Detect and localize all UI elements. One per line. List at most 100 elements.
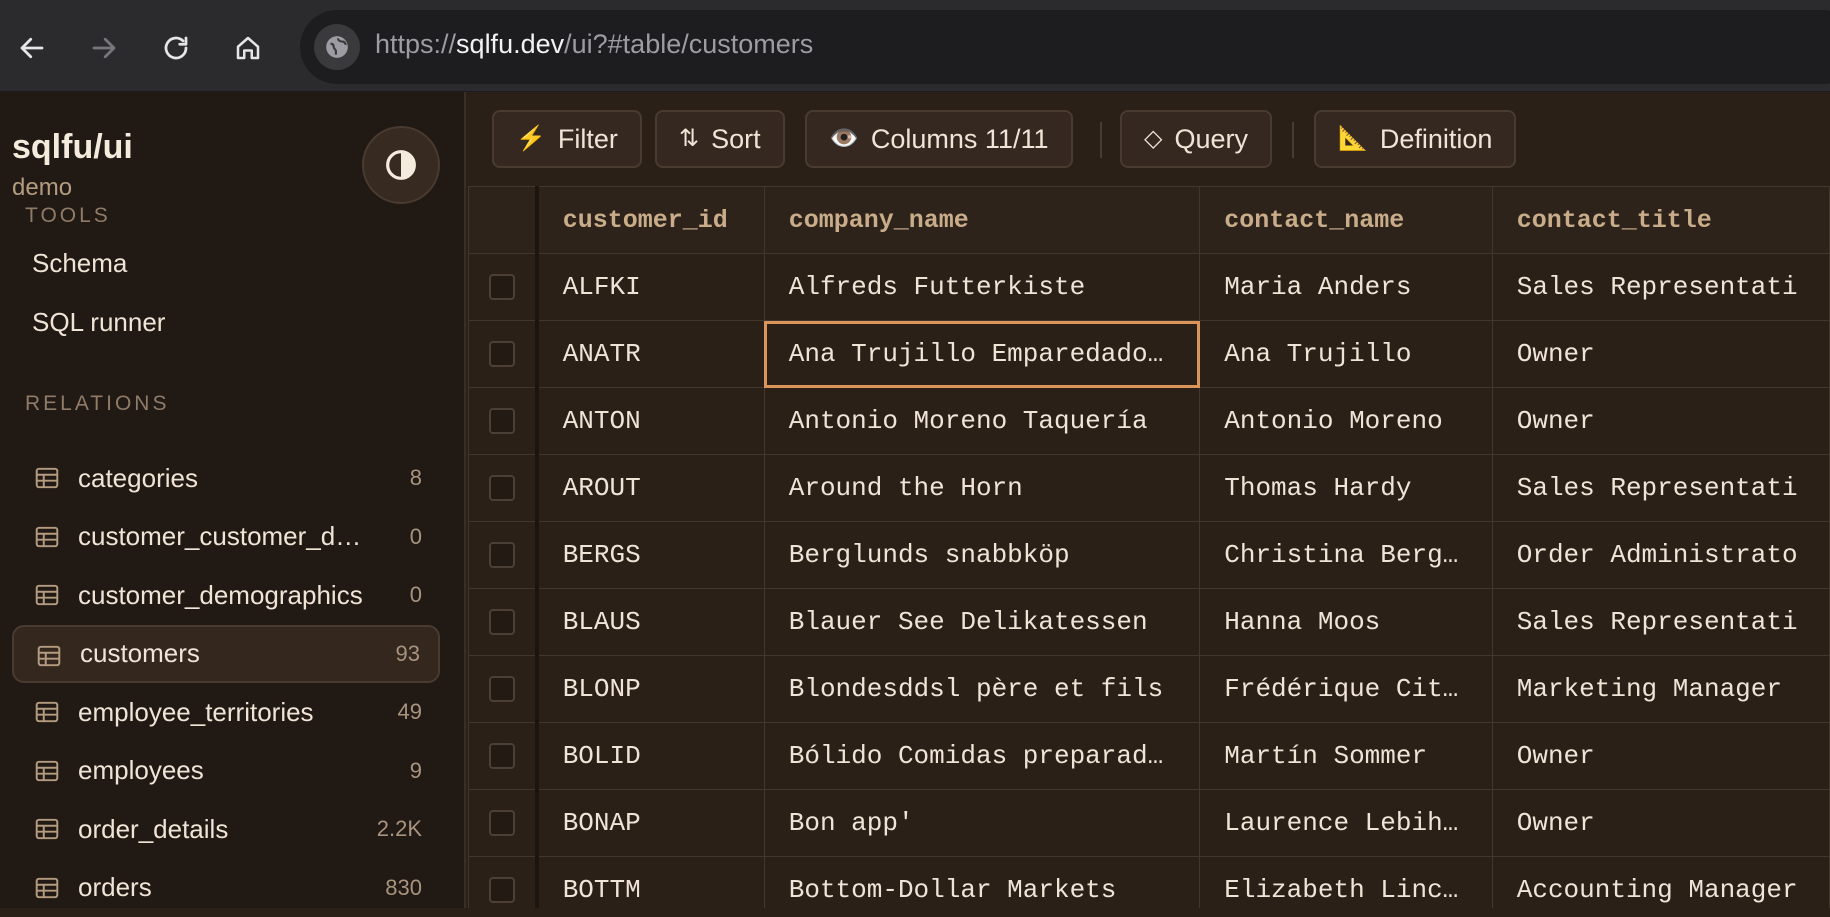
sidebar-item-relation[interactable]: categories 8 — [12, 449, 440, 507]
table-cell[interactable]: Ana Trujillo — [1199, 320, 1493, 388]
table-row[interactable]: BOTTM Bottom-Dollar Markets Elizabeth Linc… — [468, 856, 1830, 908]
table-cell[interactable]: Martín Sommer — [1199, 722, 1493, 790]
table-cell[interactable]: Owner — [1491, 722, 1830, 790]
table-cell[interactable]: Laurence Lebih… — [1199, 789, 1493, 857]
table-cell[interactable]: Owner — [1491, 789, 1830, 857]
table-cell[interactable]: AROUT — [536, 454, 765, 522]
back-arrow-icon[interactable] — [4, 20, 60, 76]
table-cell[interactable]: Antonio Moreno — [1199, 387, 1493, 455]
table-cell[interactable]: Blauer See Delikatessen — [763, 588, 1201, 656]
sidebar-item-relation[interactable]: employees 9 — [12, 742, 440, 800]
forward-arrow-icon[interactable] — [76, 20, 132, 76]
url-text[interactable]: https://sqlfu.dev/ui?#table/customers — [375, 29, 813, 60]
sidebar-item-relation[interactable]: customers 93 — [12, 624, 440, 683]
table-row[interactable]: BOLID Bólido Comidas preparad… Martín Somm… — [468, 722, 1830, 790]
sidebar-item-relation[interactable]: customer_customer_d… 0 — [12, 508, 440, 566]
row-checkbox[interactable] — [488, 274, 515, 301]
column-header[interactable]: customer_id — [536, 186, 765, 254]
table-cell[interactable]: Owner — [1491, 320, 1830, 388]
sidebar-item-relation[interactable]: order_details 2.2K — [12, 800, 440, 858]
table-cell[interactable]: BOLID — [536, 722, 765, 790]
reload-icon[interactable] — [148, 20, 204, 76]
sidebar-item-relation[interactable]: customer_demographics 0 — [12, 566, 440, 624]
table-cell[interactable]: Blondesddsl père et fils — [763, 655, 1201, 723]
column-header[interactable]: company_name — [763, 186, 1201, 254]
sidebar-item-relation[interactable]: employee_territories 49 — [12, 683, 440, 741]
row-checkbox[interactable] — [488, 810, 515, 837]
table-cell[interactable]: Frédérique Cit… — [1199, 655, 1493, 723]
table-cell[interactable]: ANATR — [536, 320, 765, 388]
table-row[interactable]: BERGS Berglunds snabbköp Christina Berg… Or… — [468, 521, 1830, 589]
table-row[interactable]: BLONP Blondesddsl père et fils Frédérique … — [468, 655, 1830, 723]
header-row: customer_id company_name contact_name co… — [468, 186, 1830, 254]
sidebar: sqlfu/ui demo TOOLS Schema SQL runner RE… — [0, 92, 466, 908]
column-header[interactable]: contact_name — [1199, 186, 1493, 254]
row-checkbox[interactable] — [488, 341, 515, 368]
site-info-icon[interactable] — [314, 24, 360, 70]
definition-button[interactable]: 📐 Definition — [1314, 110, 1517, 168]
home-icon[interactable] — [220, 20, 276, 76]
sidebar-item-sql-runner[interactable]: SQL runner — [32, 307, 165, 338]
table-row[interactable]: ANATR Ana Trujillo Emparedado… Ana Trujill… — [468, 320, 1830, 388]
table-cell[interactable]: Sales Representati — [1491, 253, 1830, 321]
table-row[interactable]: ANTON Antonio Moreno Taquería Antonio More… — [468, 387, 1830, 455]
lightning-icon: ⚡ — [516, 125, 546, 152]
table-cell[interactable]: Antonio Moreno Taquería — [763, 387, 1201, 455]
relation-row-count: 93 — [395, 640, 420, 666]
table-cell[interactable]: Christina Berg… — [1199, 521, 1493, 589]
table-cell[interactable]: BLAUS — [536, 588, 765, 656]
theme-toggle-button[interactable] — [362, 126, 440, 204]
table-cell[interactable]: Marketing Manager — [1491, 655, 1830, 723]
row-checkbox[interactable] — [488, 475, 515, 502]
table-cell[interactable]: Bon app' — [763, 789, 1201, 857]
table-cell[interactable]: Sales Representati — [1491, 588, 1830, 656]
relation-row-count: 0 — [409, 523, 422, 549]
table-row[interactable]: BONAP Bon app' Laurence Lebih… Owner — [468, 789, 1830, 857]
address-bar[interactable]: https://sqlfu.dev/ui?#table/customers — [300, 10, 1830, 84]
relation-row-count: 8 — [409, 465, 422, 490]
table-cell[interactable]: ANTON — [536, 387, 765, 455]
table-cell[interactable]: Bólido Comidas preparad… — [763, 722, 1201, 790]
table-cell[interactable]: Owner — [1491, 387, 1830, 455]
relation-name: order_details — [78, 813, 229, 844]
row-checkbox[interactable] — [488, 676, 515, 703]
table-cell[interactable]: Bottom-Dollar Markets — [763, 856, 1201, 908]
table-cell[interactable]: Accounting Manager — [1491, 856, 1830, 908]
table-cell[interactable]: BERGS — [536, 521, 765, 589]
table-row[interactable]: AROUT Around the Horn Thomas Hardy Sales Re… — [468, 454, 1830, 522]
table-cell[interactable]: Maria Anders — [1199, 253, 1493, 321]
columns-button[interactable]: 👁️ Columns 11/11 — [805, 110, 1073, 168]
table-row[interactable]: ALFKI Alfreds Futterkiste Maria Anders Sale… — [468, 253, 1830, 321]
table-cell[interactable]: Around the Horn — [763, 454, 1201, 522]
table-cell[interactable]: Alfreds Futterkiste — [763, 253, 1201, 321]
row-select-cell — [468, 320, 539, 388]
column-header[interactable]: contact_title — [1491, 186, 1830, 254]
table-cell[interactable]: Ana Trujillo Emparedado… — [763, 320, 1201, 388]
table-cell[interactable]: BONAP — [536, 789, 765, 857]
query-button[interactable]: ◇ Query — [1120, 110, 1272, 168]
sidebar-item-schema[interactable]: Schema — [32, 248, 127, 279]
filter-button[interactable]: ⚡ Filter — [492, 110, 642, 168]
table-icon — [35, 701, 59, 723]
table-cell[interactable]: BLONP — [536, 655, 765, 723]
row-checkbox[interactable] — [488, 408, 515, 435]
table-icon — [35, 877, 59, 898]
row-checkbox[interactable] — [488, 877, 515, 904]
table-row[interactable]: BLAUS Blauer See Delikatessen Hanna Moos Sa… — [468, 588, 1830, 656]
row-checkbox[interactable] — [488, 743, 515, 770]
sort-button[interactable]: ⇅ Sort — [655, 110, 785, 168]
table-cell[interactable]: Berglunds snabbköp — [763, 521, 1201, 589]
table-cell[interactable]: ALFKI — [536, 253, 765, 321]
table-cell[interactable]: Sales Representati — [1491, 454, 1830, 522]
row-checkbox[interactable] — [488, 609, 515, 636]
data-grid: customer_id company_name contact_name co… — [468, 186, 1830, 908]
row-checkbox[interactable] — [488, 542, 515, 569]
select-column-header — [468, 186, 539, 254]
table-cell[interactable]: Order Administrato — [1491, 521, 1830, 589]
customers-table: customer_id company_name contact_name co… — [468, 186, 1830, 908]
table-cell[interactable]: Elizabeth Linc… — [1199, 856, 1493, 908]
table-cell[interactable]: Thomas Hardy — [1199, 454, 1493, 522]
row-select-cell — [468, 655, 539, 723]
table-cell[interactable]: Hanna Moos — [1199, 588, 1493, 656]
table-cell[interactable]: BOTTM — [536, 856, 765, 908]
